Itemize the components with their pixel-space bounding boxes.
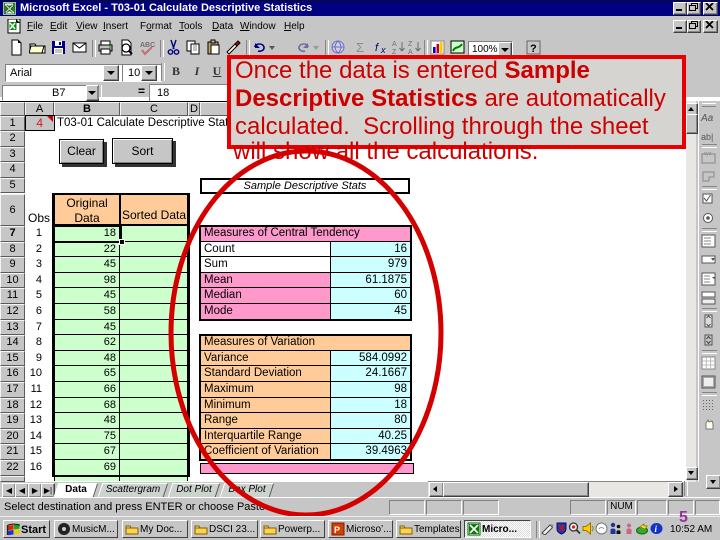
svg-text:xyz: xyz — [704, 151, 712, 157]
svg-text:Σ: Σ — [356, 40, 364, 55]
svg-text:ABC: ABC — [140, 42, 155, 49]
svg-text:P: P — [334, 525, 340, 535]
svg-text:?: ? — [530, 43, 537, 55]
svg-text:A: A — [392, 41, 397, 48]
svg-text:f: f — [375, 42, 379, 54]
svg-text:Z: Z — [408, 41, 413, 48]
svg-text:x: x — [380, 45, 386, 55]
